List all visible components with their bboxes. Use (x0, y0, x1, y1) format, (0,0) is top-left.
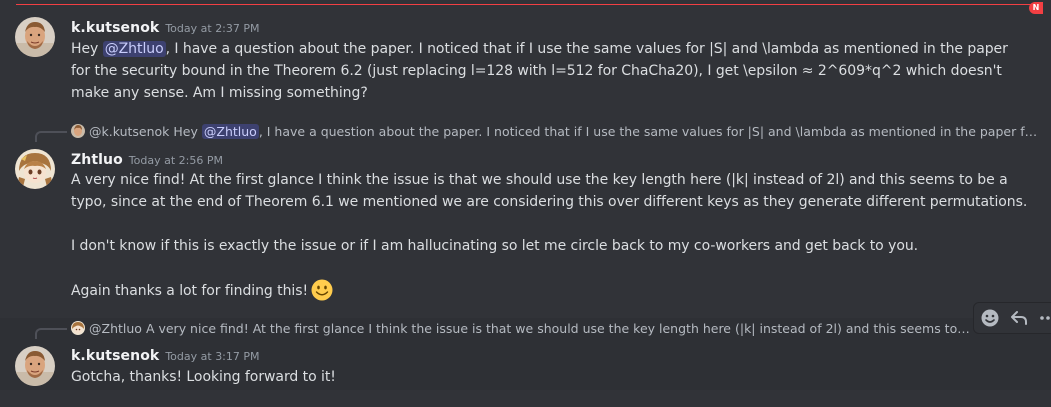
person-avatar-icon (15, 346, 55, 386)
reply-spine (35, 328, 67, 339)
message-3[interactable]: @Zhtluo A very nice find! At the first gl… (0, 318, 1051, 390)
timestamp[interactable]: Today at 2:56 PM (129, 154, 223, 167)
person-avatar-icon (71, 124, 85, 138)
author-name[interactable]: k.kutsenok (71, 348, 159, 364)
message-paragraph: I don't know if this is exactly the issu… (71, 238, 919, 254)
anime-avatar-icon (71, 321, 85, 335)
reply-preview[interactable]: @Zhtluo A very nice find! At the first gl… (71, 320, 971, 338)
new-messages-divider: N (16, 2, 1043, 14)
message-content: A very nice find! At the first glance I … (71, 169, 1031, 308)
reply-preview[interactable]: @k.kutsenok Hey @Zhtluo, I have a questio… (71, 123, 1041, 141)
avatar[interactable] (15, 17, 55, 57)
timestamp[interactable]: Today at 3:17 PM (165, 350, 259, 363)
avatar[interactable] (15, 346, 55, 386)
timestamp[interactable]: Today at 2:37 PM (165, 22, 259, 35)
author-name[interactable]: Zhtluo (71, 152, 123, 168)
reply-author[interactable]: @k.kutsenok (89, 124, 169, 139)
author-name[interactable]: k.kutsenok (71, 20, 159, 36)
reply-text: A very nice find! At the first glance I … (145, 321, 971, 336)
message-header: k.kutsenok Today at 2:37 PM (71, 17, 260, 36)
message-2[interactable]: @k.kutsenok Hey @Zhtluo, I have a questio… (0, 116, 1051, 316)
slightly-smiling-face-emoji-icon[interactable] (311, 279, 333, 308)
message-1[interactable]: k.kutsenok Today at 2:37 PM Hey @Zhtluo, … (0, 10, 1051, 106)
message-header: Zhtluo Today at 2:56 PM (71, 149, 223, 168)
message-content: Gotcha, thanks! Looking forward to it! (71, 369, 336, 385)
message-actions-toolbar (973, 302, 1051, 334)
reply-mention[interactable]: @Zhtluo (201, 124, 259, 139)
anime-avatar-icon (15, 149, 55, 189)
message-content: Hey @Zhtluo, I have a question about the… (71, 41, 1008, 101)
reply-author[interactable]: @Zhtluo (89, 321, 142, 336)
add-reaction-icon[interactable] (976, 304, 1005, 332)
reply-avatar (71, 124, 85, 138)
chat-messages: N k.kutsenok Today at 2:37 PM Hey @Zhtluo… (0, 0, 1051, 407)
more-icon[interactable] (1033, 304, 1051, 332)
message-paragraph: Again thanks a lot for finding this! (71, 279, 1031, 308)
message-header: k.kutsenok Today at 3:17 PM (71, 345, 260, 364)
reply-text: Hey @Zhtluo, I have a question about the… (173, 124, 1041, 139)
reply-spine (35, 131, 67, 142)
reply-icon[interactable] (1005, 304, 1034, 332)
user-mention[interactable]: @Zhtluo (102, 41, 166, 57)
avatar[interactable] (15, 149, 55, 189)
person-avatar-icon (15, 17, 55, 57)
message-paragraph: A very nice find! At the first glance I … (71, 172, 1028, 210)
reply-avatar (71, 321, 85, 335)
